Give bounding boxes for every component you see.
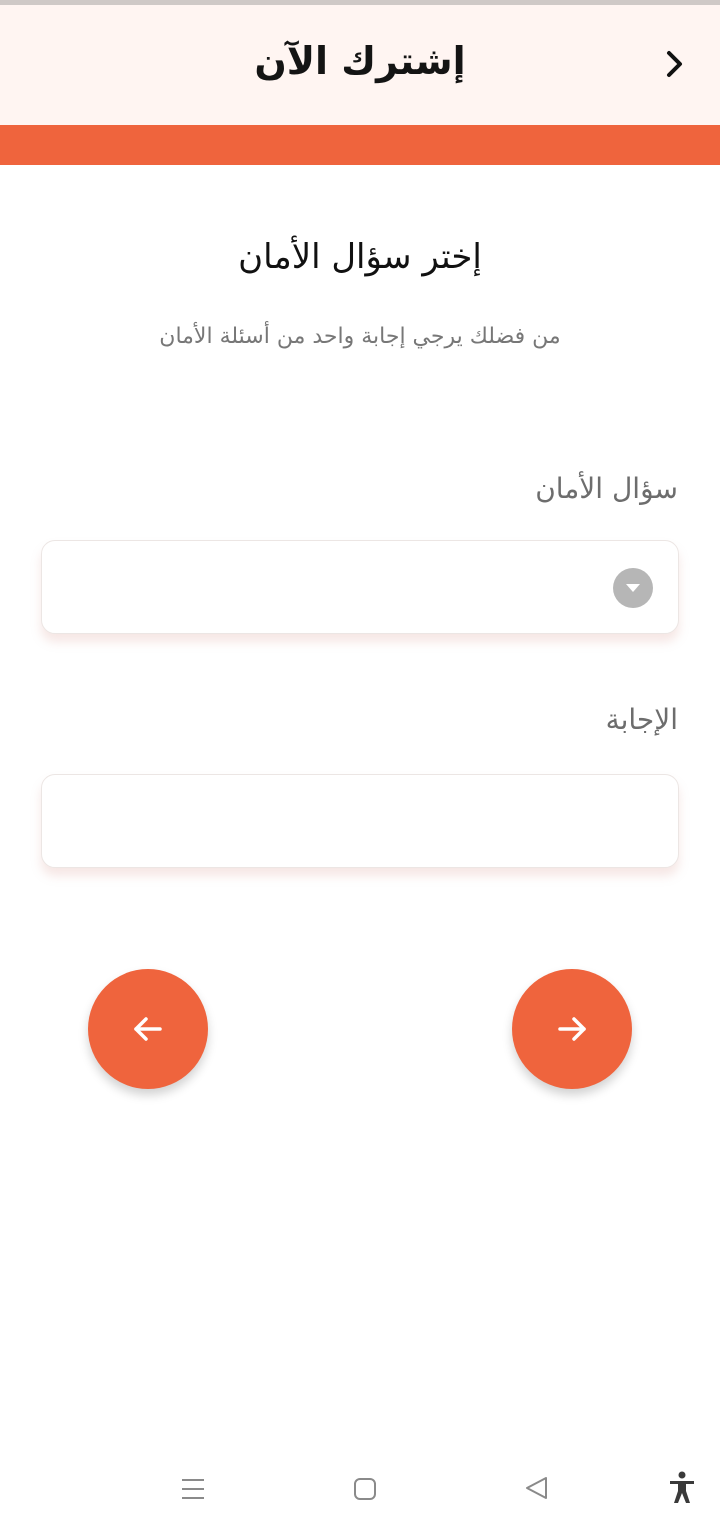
home-icon[interactable]	[352, 1476, 378, 1502]
section-subtitle: من فضلك يرجي إجابة واحد من أسئلة الأمان	[159, 324, 561, 349]
next-button[interactable]	[512, 969, 632, 1089]
section-title: إختر سؤال الأمان	[238, 237, 482, 277]
accessibility-icon[interactable]	[667, 1471, 697, 1505]
app-header: إشترك الآن	[0, 5, 720, 125]
arrow-left-icon	[134, 1017, 162, 1041]
back-triangle-icon[interactable]	[522, 1474, 550, 1502]
chevron-down-icon[interactable]	[613, 568, 653, 608]
security-question-label: سؤال الأمان	[535, 472, 678, 505]
security-question-dropdown[interactable]	[41, 540, 679, 634]
menu-icon[interactable]	[179, 1475, 207, 1503]
arrow-right-icon	[558, 1017, 586, 1041]
previous-button[interactable]	[88, 969, 208, 1089]
answer-input[interactable]	[42, 775, 678, 867]
header-accent-band	[0, 125, 720, 165]
chevron-right-icon[interactable]	[662, 47, 688, 81]
page-title: إشترك الآن	[254, 39, 466, 83]
answer-label: الإجابة	[605, 703, 678, 736]
answer-field[interactable]	[41, 774, 679, 868]
